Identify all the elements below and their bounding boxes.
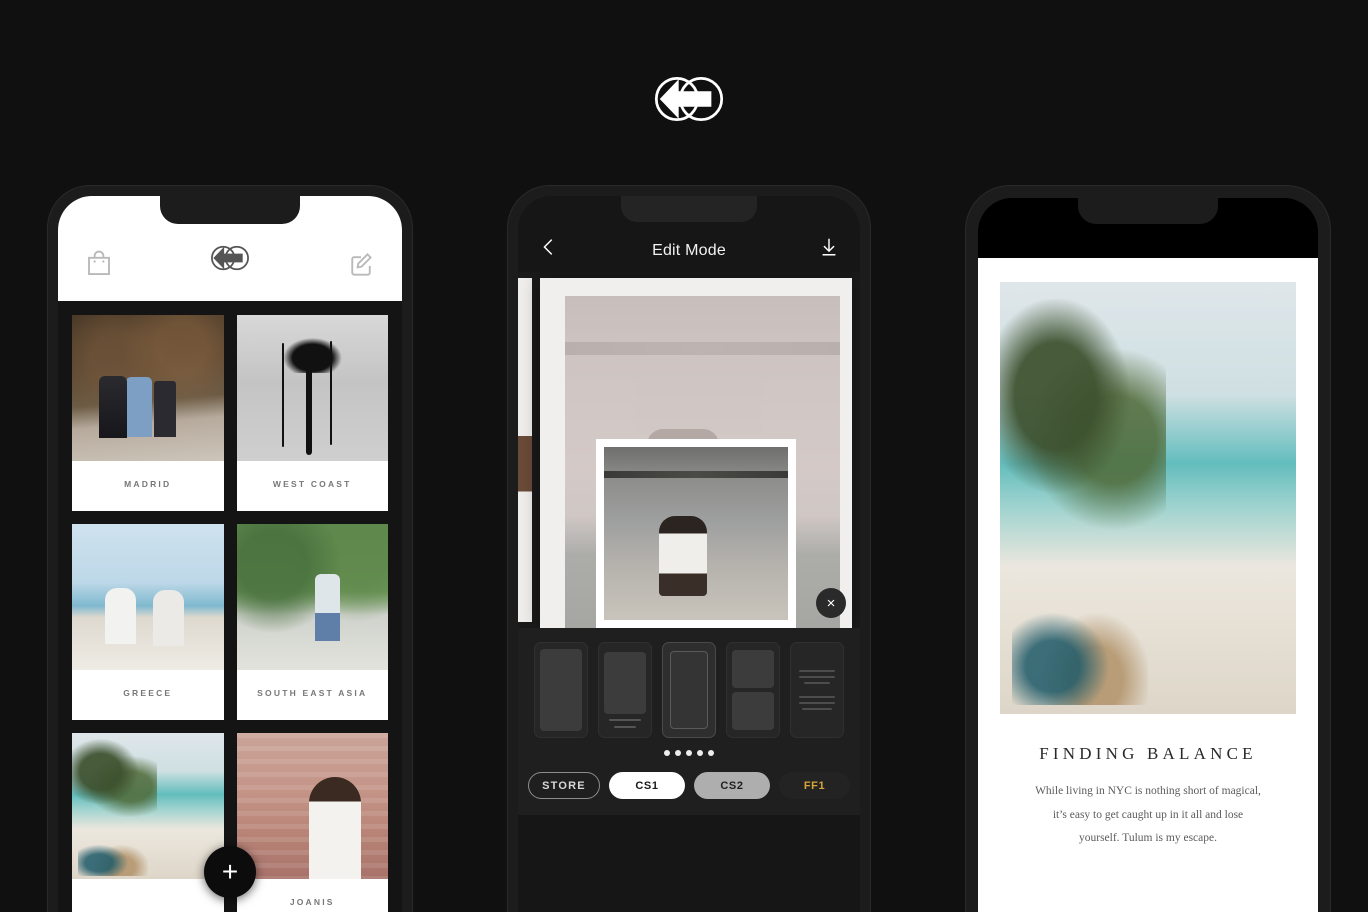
template-framed-photo[interactable] xyxy=(662,642,716,738)
card-thumbnail xyxy=(236,524,388,670)
phone1-photo-grid: MADRID WEST COAST GREECE SOUTH EAST ASIA xyxy=(58,301,402,912)
template-full-bleed[interactable] xyxy=(534,642,588,738)
ff1-button[interactable]: FF1 xyxy=(779,772,850,799)
gallery-card[interactable]: WEST COAST xyxy=(236,315,388,511)
pagination-dot[interactable] xyxy=(686,750,692,756)
pagination-dot[interactable] xyxy=(697,750,703,756)
phone3-screen: FINDING BALANCE While living in NYC is n… xyxy=(978,198,1318,912)
story-body: While living in NYC is nothing short of … xyxy=(1000,780,1296,851)
phone1-screen: MADRID WEST COAST GREECE SOUTH EAST ASIA xyxy=(58,196,402,912)
pagination-dot[interactable] xyxy=(664,750,670,756)
card-thumbnail xyxy=(72,315,224,461)
store-button[interactable]: STORE xyxy=(528,772,600,799)
phone2-screen: Edit Mode × STORE CS1 CS2 FF1 xyxy=(518,196,860,912)
card-thumbnail xyxy=(72,524,224,670)
card-thumbnail xyxy=(236,733,388,879)
template-photo-with-caption[interactable] xyxy=(598,642,652,738)
gallery-card[interactable]: GREECE xyxy=(72,524,224,720)
story-body-line: yourself. Tulum is my escape. xyxy=(1079,832,1217,845)
gallery-card[interactable]: SOUTH EAST ASIA xyxy=(236,524,388,720)
page-title: Edit Mode xyxy=(652,242,726,259)
cs1-button[interactable]: CS1 xyxy=(609,772,685,799)
add-button[interactable]: + xyxy=(204,846,256,898)
chevron-left-icon[interactable] xyxy=(538,234,560,260)
story-body-line: While living in NYC is nothing short of … xyxy=(1035,785,1261,797)
story-title: FINDING BALANCE xyxy=(1039,744,1257,763)
template-two-photo-stack[interactable] xyxy=(726,642,780,738)
pagination-dot[interactable] xyxy=(708,750,714,756)
story-body-line: it’s easy to get caught up in it all and… xyxy=(1052,808,1244,821)
carousel-pagination[interactable] xyxy=(518,744,860,766)
app-logo-icon[interactable] xyxy=(204,237,256,279)
phone-gallery: MADRID WEST COAST GREECE SOUTH EAST ASIA xyxy=(48,186,412,912)
card-thumbnail xyxy=(236,315,388,461)
previous-page-sliver[interactable] xyxy=(518,278,532,622)
template-carousel[interactable] xyxy=(518,628,860,744)
template-text-only[interactable] xyxy=(790,642,844,738)
card-thumbnail xyxy=(72,733,224,879)
story-page[interactable]: FINDING BALANCE While living in NYC is n… xyxy=(978,258,1318,912)
phone2-notch xyxy=(621,196,757,222)
edit-square-pencil-icon[interactable] xyxy=(346,249,376,279)
phone1-notch xyxy=(160,196,300,224)
editor-canvas[interactable]: × xyxy=(518,272,860,628)
phone1-header xyxy=(58,196,402,301)
phone-story-preview: FINDING BALANCE While living in NYC is n… xyxy=(966,186,1330,912)
close-icon[interactable]: × xyxy=(816,588,846,618)
shopping-bag-icon[interactable] xyxy=(84,249,114,279)
card-caption: MADRID xyxy=(124,479,172,489)
editor-page[interactable] xyxy=(540,278,852,628)
editor-action-bar: STORE CS1 CS2 FF1 xyxy=(518,766,860,815)
app-logo-icon xyxy=(646,62,732,136)
card-caption: SOUTH EAST ASIA xyxy=(257,688,368,698)
download-arrow-icon[interactable] xyxy=(818,234,840,260)
card-caption: GREECE xyxy=(123,688,173,698)
cs2-button[interactable]: CS2 xyxy=(694,772,770,799)
pagination-dot[interactable] xyxy=(675,750,681,756)
app-showcase-stage: MADRID WEST COAST GREECE SOUTH EAST ASIA xyxy=(0,0,1368,912)
story-photo xyxy=(1000,282,1296,714)
framed-photo-element[interactable] xyxy=(596,439,796,628)
gallery-card[interactable]: MADRID xyxy=(72,315,224,511)
card-caption xyxy=(72,879,224,912)
phone-edit-mode: Edit Mode × STORE CS1 CS2 FF1 xyxy=(508,186,870,912)
inner-photo xyxy=(604,447,788,620)
phone3-notch xyxy=(1078,198,1218,224)
gallery-card[interactable]: JOANIS xyxy=(236,733,388,912)
gallery-card[interactable] xyxy=(72,733,224,912)
card-caption: WEST COAST xyxy=(272,479,352,489)
card-caption: JOANIS xyxy=(289,897,335,907)
